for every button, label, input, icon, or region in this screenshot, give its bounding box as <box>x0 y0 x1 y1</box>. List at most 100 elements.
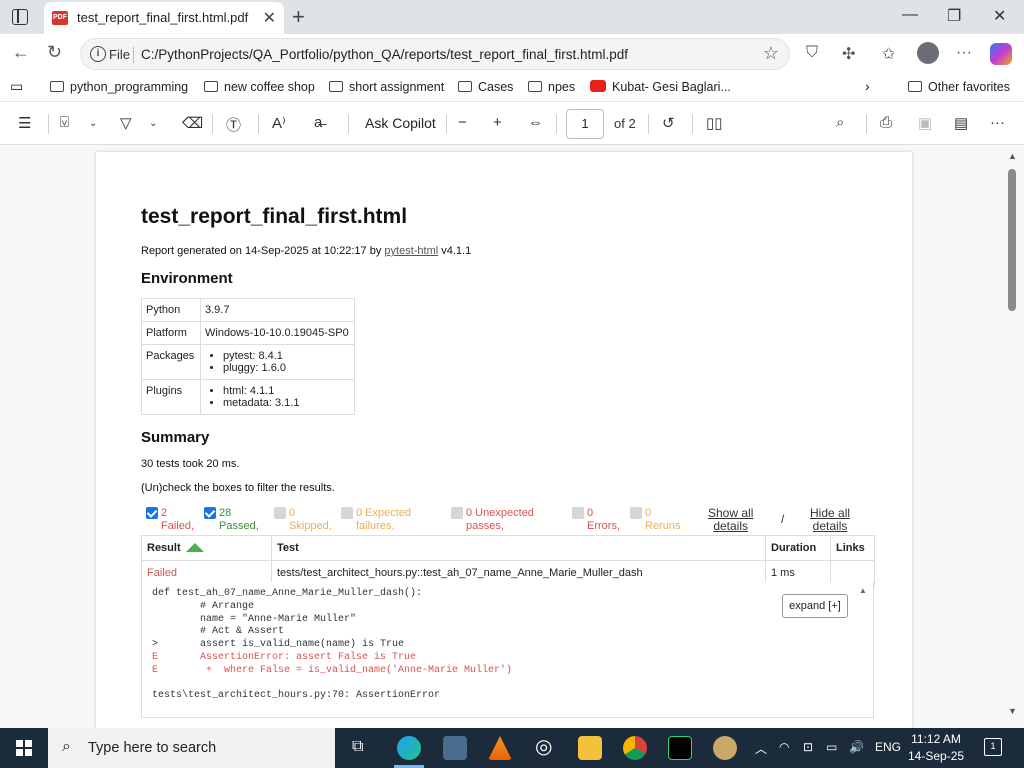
filter-checkbox[interactable] <box>451 507 463 519</box>
favorite-item[interactable]: new coffee shop <box>204 80 315 94</box>
header-duration[interactable]: Duration <box>765 535 831 561</box>
draw-icon[interactable]: ▽ <box>120 114 132 132</box>
profile-avatar[interactable] <box>917 42 939 64</box>
notifications-icon[interactable]: 1 <box>984 738 1002 756</box>
favorite-item[interactable]: Cases <box>458 80 513 94</box>
filter-passed[interactable]: 28 Passed, <box>204 507 259 533</box>
pycharm-icon[interactable] <box>668 736 692 760</box>
clock[interactable]: 11:12 AM 14-Sep-25 <box>908 731 964 765</box>
page-view-icon[interactable]: ▯▯ <box>706 114 723 132</box>
favorite-star-icon[interactable]: ☆ <box>763 43 779 64</box>
favorite-item[interactable]: short assignment <box>329 80 444 94</box>
viewer-scrollbar[interactable]: ▲ ▼ <box>1005 145 1024 728</box>
fit-icon[interactable]: ⇔ <box>528 114 543 131</box>
filter-checkbox[interactable] <box>146 507 158 519</box>
favorites-menu-icon[interactable]: ▭ <box>10 78 23 95</box>
filter-expected-failures[interactable]: 0 Expected failures, <box>341 507 411 533</box>
pytest-html-link[interactable]: pytest-html <box>384 245 438 257</box>
zoom-out-icon[interactable]: − <box>458 114 467 131</box>
search-icon[interactable]: ⌕ <box>836 114 844 131</box>
save-as-icon[interactable]: ▤ <box>954 114 968 132</box>
close-window-icon[interactable]: ✕ <box>993 6 1006 26</box>
settings-more-icon[interactable]: ··· <box>956 44 972 62</box>
filter-errors[interactable]: 0 Errors, <box>572 507 620 533</box>
extensions-icon[interactable]: ✣ <box>842 44 855 64</box>
filter-hint: (Un)check the boxes to filter the result… <box>141 482 335 494</box>
new-tab-icon[interactable]: + <box>292 4 305 30</box>
filter-unexpected-passes[interactable]: 0 Unexpected passes, <box>451 507 534 533</box>
table-row: Plugins html: 4.1.1 metadata: 3.1.1 <box>141 379 355 415</box>
scrollbar-thumb[interactable] <box>1008 169 1016 311</box>
file-explorer-icon[interactable] <box>578 736 602 760</box>
filter-checkbox[interactable] <box>204 507 216 519</box>
chevron-right-icon[interactable]: › <box>865 78 870 94</box>
chevron-down-icon[interactable]: ⌄ <box>149 118 157 129</box>
header-test[interactable]: Test <box>271 535 766 561</box>
ask-copilot-button[interactable]: Ask Copilot <box>365 115 436 131</box>
highlight-icon[interactable]: ⍌ <box>60 114 69 131</box>
close-tab-icon[interactable]: ✕ <box>263 8 276 28</box>
language-indicator[interactable]: ENG <box>875 740 901 754</box>
scroll-down-icon[interactable]: ▼ <box>1008 706 1017 716</box>
address-bar[interactable]: i File C:/PythonProjects/QA_Portfolio/py… <box>80 38 790 70</box>
browser-tab[interactable]: PDF test_report_final_first.html.pdf ✕ <box>44 2 284 34</box>
task-view-icon[interactable]: ⧉ <box>352 738 363 756</box>
paint-icon[interactable] <box>713 736 737 760</box>
favorite-item[interactable]: npes <box>528 80 575 94</box>
copilot-icon[interactable] <box>990 43 1012 65</box>
hide-all-details-link[interactable]: Hide all details <box>810 507 850 533</box>
obs-icon[interactable]: ◎ <box>535 734 552 759</box>
filter-checkbox[interactable] <box>572 507 584 519</box>
chrome-icon[interactable] <box>623 736 647 760</box>
save-icon[interactable]: ▣ <box>918 114 932 132</box>
chevron-down-icon[interactable]: ⌄ <box>89 118 97 129</box>
restore-icon[interactable]: ❐ <box>947 6 961 26</box>
refresh-icon[interactable]: ↻ <box>47 42 62 63</box>
zoom-in-icon[interactable]: + <box>493 114 502 131</box>
filter-failed[interactable]: 2 Failed, <box>146 507 194 533</box>
show-all-details-link[interactable]: Show all details <box>708 507 753 533</box>
minimize-icon[interactable]: — <box>902 6 918 24</box>
filter-reruns[interactable]: 0 Reruns <box>630 507 680 533</box>
battery-icon[interactable]: ▭ <box>826 740 837 754</box>
list-item: html: 4.1.1 <box>223 385 350 397</box>
log-scrollbar[interactable]: ▲ <box>853 582 873 709</box>
rotate-icon[interactable]: ↺ <box>662 114 675 132</box>
filter-checkbox[interactable] <box>630 507 642 519</box>
tab-actions-icon[interactable] <box>12 9 28 25</box>
windows-start-icon[interactable] <box>16 740 32 756</box>
taskbar-search[interactable]: ⌕ Type here to search <box>48 728 335 768</box>
print-icon[interactable]: ⎙ <box>880 114 892 131</box>
file-transfer-icon[interactable] <box>443 736 467 760</box>
sortable-header-result[interactable]: Result <box>141 535 272 561</box>
edge-icon[interactable] <box>397 736 421 760</box>
url-text[interactable]: C:/PythonProjects/QA_Portfolio/python_QA… <box>141 47 628 62</box>
show-hidden-icons-icon[interactable]: ︿ <box>755 740 767 757</box>
favorite-item[interactable]: Kubat- Gesi Baglari... <box>590 80 731 94</box>
wifi-icon[interactable]: ◠ <box>779 740 789 754</box>
text-icon[interactable]: Ⓣ <box>226 114 241 135</box>
list-item: pluggy: 1.6.0 <box>223 362 350 374</box>
filter-checkbox[interactable] <box>274 507 286 519</box>
expand-button[interactable]: expand [+] <box>782 594 848 618</box>
more-icon[interactable]: ··· <box>990 114 1005 131</box>
other-favorites[interactable]: Other favorites <box>908 80 1010 94</box>
favorites-icon[interactable]: ✩ <box>882 44 895 64</box>
info-icon[interactable]: i <box>90 46 106 62</box>
volume-icon[interactable]: 🔊 <box>849 740 864 754</box>
contents-icon[interactable]: ☰ <box>18 114 31 132</box>
scroll-up-icon[interactable]: ▲ <box>859 586 867 595</box>
erase-icon[interactable]: ⌫ <box>182 114 203 132</box>
back-icon[interactable]: ← <box>12 42 30 63</box>
filter-skipped[interactable]: 0 Skipped, <box>274 507 332 533</box>
devices-icon[interactable]: ⊡ <box>803 740 813 754</box>
read-aloud-icon[interactable]: A⁾ <box>272 114 286 132</box>
pdf-viewer[interactable]: test_report_final_first.html Report gene… <box>0 145 1024 728</box>
shield-icon[interactable]: ⛉ <box>806 44 818 62</box>
page-number-input[interactable]: 1 <box>566 109 604 139</box>
favorite-item[interactable]: python_programming <box>50 80 188 94</box>
scroll-up-icon[interactable]: ▲ <box>1008 151 1017 161</box>
translate-icon[interactable]: a̶ <box>314 114 322 131</box>
filter-checkbox[interactable] <box>341 507 353 519</box>
vlc-icon[interactable] <box>488 736 512 760</box>
